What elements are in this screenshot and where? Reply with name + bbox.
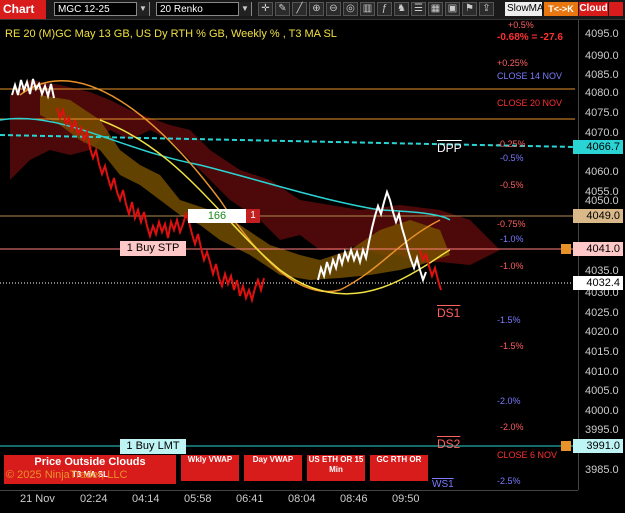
y-tick: 4060.0: [585, 166, 619, 178]
y-tick: 4020.0: [585, 326, 619, 338]
dpp-price-tag: 4066.7: [573, 140, 623, 154]
y-tick: 4025.0: [585, 307, 619, 319]
pct-label: -2.0%: [500, 422, 524, 432]
x-tick: 05:58: [184, 493, 212, 505]
x-tick: 02:24: [80, 493, 108, 505]
properties-icon[interactable]: ☰: [411, 2, 426, 16]
y-tick: 4015.0: [585, 346, 619, 358]
gc-rth-button[interactable]: GC RTH OR: [370, 455, 428, 481]
day-vwap-button[interactable]: Day VWAP: [244, 455, 302, 481]
pct-label: -1.0%: [500, 261, 524, 271]
zoom-in-icon[interactable]: ⊕: [309, 2, 324, 16]
cloud-button[interactable]: Cloud: [579, 2, 608, 16]
tck-button[interactable]: T<->K: [544, 2, 578, 16]
change-label: -0.68% = -27.6: [497, 32, 563, 43]
ds2-label: DS2: [437, 437, 461, 451]
crosshair-icon[interactable]: ✛: [258, 2, 273, 16]
pct-label: -1.5%: [497, 315, 521, 325]
lock-icon[interactable]: ▣: [445, 2, 460, 16]
y-tick: 3985.0: [585, 464, 619, 476]
dpp-label: DPP: [437, 141, 462, 155]
draw-line-icon[interactable]: ╱: [292, 2, 307, 16]
instrument-selector[interactable]: MGC 12-25 ▼: [54, 2, 150, 16]
close-6-label: CLOSE 6 NOV: [497, 450, 558, 460]
y-tick: 4095.0: [585, 28, 619, 40]
stp-marker: [561, 244, 571, 254]
pct-label: +0.5%: [508, 20, 534, 30]
target-icon[interactable]: ◎: [343, 2, 358, 16]
close-20-label: CLOSE 20 NOV: [497, 98, 563, 108]
pct-label: -0.75%: [497, 219, 526, 229]
position-count-box[interactable]: 1: [246, 209, 260, 223]
x-tick: 21 Nov: [20, 493, 55, 505]
bar-type-value: 20 Renko: [160, 4, 203, 15]
y-tick: 4090.0: [585, 50, 619, 62]
buy-lmt-order[interactable]: 1 Buy LMT: [120, 439, 186, 454]
instrument-value: MGC 12-25: [58, 4, 110, 15]
alert-icon[interactable]: ⚑: [462, 2, 477, 16]
lmt-marker: [561, 441, 571, 451]
ds1-label: DS1: [437, 306, 461, 320]
x-tick: 08:04: [288, 493, 316, 505]
live-button[interactable]: [609, 2, 623, 16]
zoom-out-icon[interactable]: ⊖: [326, 2, 341, 16]
pct-label: -2.0%: [497, 396, 521, 406]
y-tick: 4010.0: [585, 366, 619, 378]
slowma-selector[interactable]: SlowMA: [505, 2, 544, 16]
x-tick: 04:14: [132, 493, 160, 505]
buy-stp-order[interactable]: 1 Buy STP: [120, 241, 186, 256]
chevron-down-icon[interactable]: ▼: [238, 2, 251, 16]
pct-label: -2.5%: [497, 476, 521, 486]
strategy-icon[interactable]: ♞: [394, 2, 409, 16]
x-tick: 08:46: [340, 493, 368, 505]
bar-type-selector[interactable]: 20 Renko ▼: [156, 2, 252, 16]
share-icon[interactable]: ⇪: [479, 2, 494, 16]
y-tick: 4085.0: [585, 69, 619, 81]
chart-tab[interactable]: Chart: [0, 0, 46, 19]
y-tick: 4070.0: [585, 127, 619, 139]
pencil-icon[interactable]: ✎: [275, 2, 290, 16]
price-outside-label: Price Outside Clouds: [34, 456, 146, 468]
y-tick: 4080.0: [585, 87, 619, 99]
toolbar: Chart MGC 12-25 ▼ 20 Renko ▼ ✛ ✎ ╱ ⊕ ⊖ ◎…: [0, 0, 625, 20]
pct-label: -0.5%: [500, 180, 524, 190]
last-price-tag: 4032.4: [573, 276, 623, 290]
x-tick: 09:50: [392, 493, 420, 505]
pct-label: -1.5%: [500, 341, 524, 351]
pct-label: -0.5%: [500, 153, 524, 163]
position-value-box[interactable]: 166: [188, 209, 246, 223]
wkly-vwap-button[interactable]: Wkly VWAP: [181, 455, 239, 481]
ws1-label: WS1: [432, 479, 454, 490]
pct-label: -1.0%: [500, 234, 524, 244]
chart-style-icon[interactable]: ▥: [360, 2, 375, 16]
pct-label: -0.25%: [497, 139, 526, 149]
copyright-label: © 2025 NinjaTrader, LLC: [6, 469, 128, 481]
us-eth-button[interactable]: US ETH OR 15 Min: [307, 455, 365, 481]
lmt-price-tag: 3991.0: [573, 439, 623, 453]
close-14-label: CLOSE 14 NOV: [497, 71, 563, 81]
y-tick: 4050.0: [585, 195, 619, 207]
y-tick: 4000.0: [585, 405, 619, 417]
indicators-icon[interactable]: ƒ: [377, 2, 392, 16]
y-tick: 4075.0: [585, 107, 619, 119]
y-tick: 3995.0: [585, 424, 619, 436]
y-tick: 4005.0: [585, 385, 619, 397]
chart-title: RE 20 (M)GC May 13 GB, US Dy RTH % GB, W…: [5, 28, 337, 40]
pct-label: +0.25%: [497, 58, 528, 68]
level-price-tag: 4049.0: [573, 209, 623, 223]
price-chart[interactable]: [0, 20, 575, 490]
x-tick: 06:41: [236, 493, 264, 505]
stp-price-tag: 4041.0: [573, 242, 623, 256]
data-box-icon[interactable]: ▦: [428, 2, 443, 16]
chevron-down-icon[interactable]: ▼: [136, 2, 149, 16]
